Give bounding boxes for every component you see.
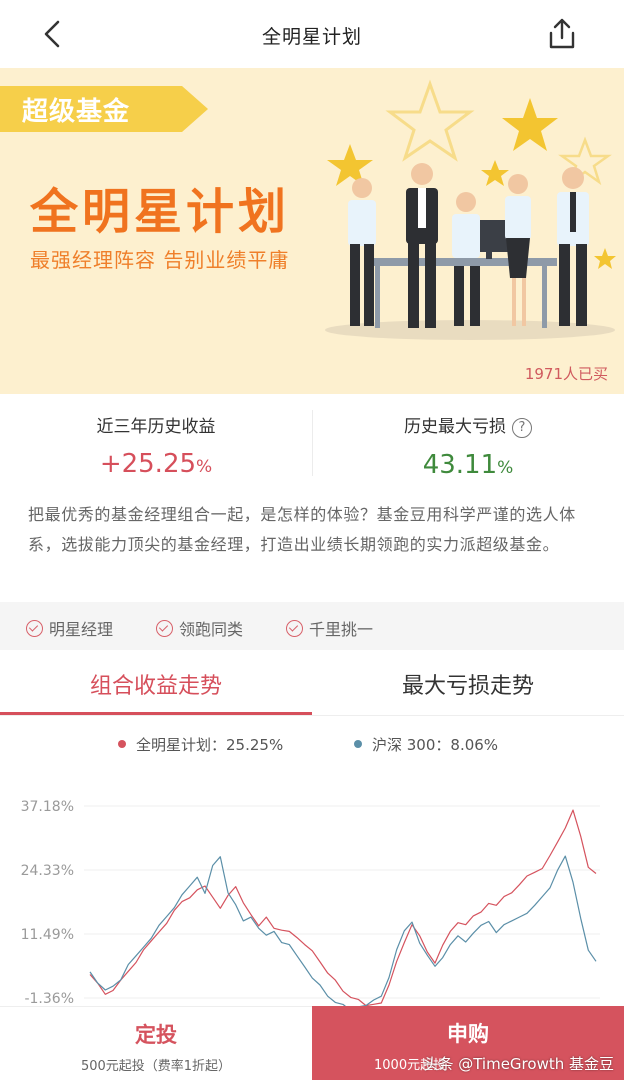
legend-dot xyxy=(354,740,362,748)
buyers-count: 1971人已买 xyxy=(524,365,608,383)
banner-title: 全明星计划 xyxy=(30,184,291,240)
tab-max-drawdown[interactable]: 最大亏损走势 xyxy=(312,668,624,700)
y-tick-label: 11.49% xyxy=(21,927,74,943)
fund-stats: 近三年历史收益 +25.25% 历史最大亏损? 43.11% xyxy=(0,394,624,494)
super-fund-tag: 超级基金 xyxy=(0,86,208,132)
y-tick-label: -1.36% xyxy=(24,991,74,1007)
watermark: 头条 @TimeGrowth 基金豆 xyxy=(423,1055,614,1073)
feature-strip: 明星经理 领跑同类 千里挑一 xyxy=(0,602,624,650)
fixed-investment-label: 定投 xyxy=(135,1023,177,1047)
legend-item-fund: 全明星计划：25.25% xyxy=(118,734,283,755)
star-icon xyxy=(502,98,558,151)
help-icon[interactable]: ? xyxy=(512,418,532,438)
legend-item-index: 沪深 300：8.06% xyxy=(354,734,498,755)
return-value: +25.25% xyxy=(0,449,312,479)
max-drawdown: 历史最大亏损? 43.11% xyxy=(312,412,624,480)
fund-description: 把最优秀的基金经理组合一起，是怎样的体验？基金豆用科学严谨的选人体系，选拔能力顶… xyxy=(28,505,576,554)
feature-label: 领跑同类 xyxy=(179,620,244,639)
y-tick-label: 24.33% xyxy=(21,863,74,879)
drawdown-unit: % xyxy=(497,458,514,478)
return-chart: 37.18% 24.33% 11.49% -1.36% xyxy=(21,799,600,1010)
check-circle-icon xyxy=(286,620,303,637)
drawdown-label-row: 历史最大亏损? xyxy=(312,412,624,438)
series-line-fund xyxy=(89,809,597,1007)
legend-label: 全明星计划：25.25% xyxy=(136,736,284,754)
series-line-index xyxy=(89,855,597,1010)
active-tab-indicator xyxy=(0,712,312,715)
legend-label: 沪深 300：8.06% xyxy=(372,736,499,754)
feature-label: 千里挑一 xyxy=(309,620,374,639)
team-illustration xyxy=(325,79,616,340)
page-title: 全明星计划 xyxy=(261,26,362,48)
check-circle-icon xyxy=(26,620,43,637)
star-icon xyxy=(385,79,475,162)
return-number: +25.25 xyxy=(99,449,197,479)
tag-label: 超级基金 xyxy=(22,97,131,127)
bottom-action-bar: 定投 500元起投（费率1折起） 申购 1000元起投 头条 @TimeGrow… xyxy=(0,1006,624,1080)
tab-portfolio-return[interactable]: 组合收益走势 xyxy=(0,668,312,700)
feature-leading: 领跑同类 xyxy=(156,616,243,640)
drawdown-label: 历史最大亏损 xyxy=(404,417,506,437)
promo-banner: 超级基金 全明星计划 最强经理阵容 告别业绩平庸 1971人已买 xyxy=(0,68,624,394)
return-unit: % xyxy=(196,457,213,477)
three-year-return: 近三年历史收益 +25.25% xyxy=(0,412,312,479)
purchase-label: 申购 xyxy=(447,1022,489,1046)
fixed-investment-note: 500元起投（费率1折起） xyxy=(80,1059,232,1074)
fixed-investment-button[interactable]: 定投 500元起投（费率1折起） xyxy=(0,1006,312,1080)
check-circle-icon xyxy=(156,620,173,637)
y-tick-label: 37.18% xyxy=(21,799,74,815)
banner-subtitle: 最强经理阵容 告别业绩平庸 xyxy=(30,248,290,272)
feature-selective: 千里挑一 xyxy=(286,616,373,640)
drawdown-number: 43.11 xyxy=(422,450,498,480)
return-label: 近三年历史收益 xyxy=(96,417,216,437)
legend-dot xyxy=(118,740,126,748)
star-icon xyxy=(594,248,616,269)
star-icon xyxy=(481,160,509,186)
share-icon[interactable] xyxy=(544,16,580,52)
chart-tabs: 组合收益走势 最大亏损走势 xyxy=(0,650,624,716)
feature-label: 明星经理 xyxy=(49,620,114,639)
feature-star-managers: 明星经理 xyxy=(26,616,113,640)
top-bar: 全明星计划 xyxy=(0,0,624,68)
drawdown-value: 43.11% xyxy=(312,450,624,480)
